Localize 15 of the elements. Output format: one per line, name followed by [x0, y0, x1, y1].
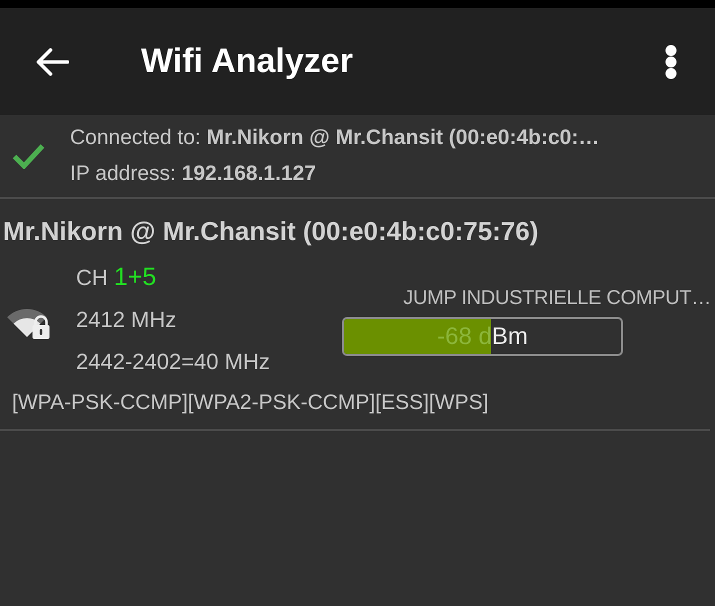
back-arrow-icon [35, 48, 69, 76]
security-capabilities: [WPA-PSK-CCMP][WPA2-PSK-CCMP][ESS][WPS] [12, 390, 490, 416]
more-options-icon [665, 44, 677, 78]
back-button[interactable] [35, 48, 69, 76]
connected-to-text: Connected to: Mr.Nikorn @ Mr.Chansit (00:e0:4b:c0:… [70, 125, 600, 151]
overflow-menu-button[interactable] [665, 44, 677, 78]
checkmark-icon [12, 143, 45, 169]
network-name: Mr.Nikorn @ Mr.Chansit (00:e0:4b:c0:75:76) [3, 215, 540, 248]
toolbar-title: Wifi Analyzer [141, 41, 353, 82]
ip-address-text: IP address: 192.168.1.127 [70, 161, 317, 187]
channel-label: CH [76, 265, 108, 290]
channel-number: 1+5 [114, 263, 156, 291]
channel-width-text: 2442-2402=40 MHz [76, 348, 271, 376]
vendor-name: JUMP INDUSTRIELLE COMPUT… [402, 286, 712, 310]
frequency-text: 2412 MHz [76, 306, 178, 334]
